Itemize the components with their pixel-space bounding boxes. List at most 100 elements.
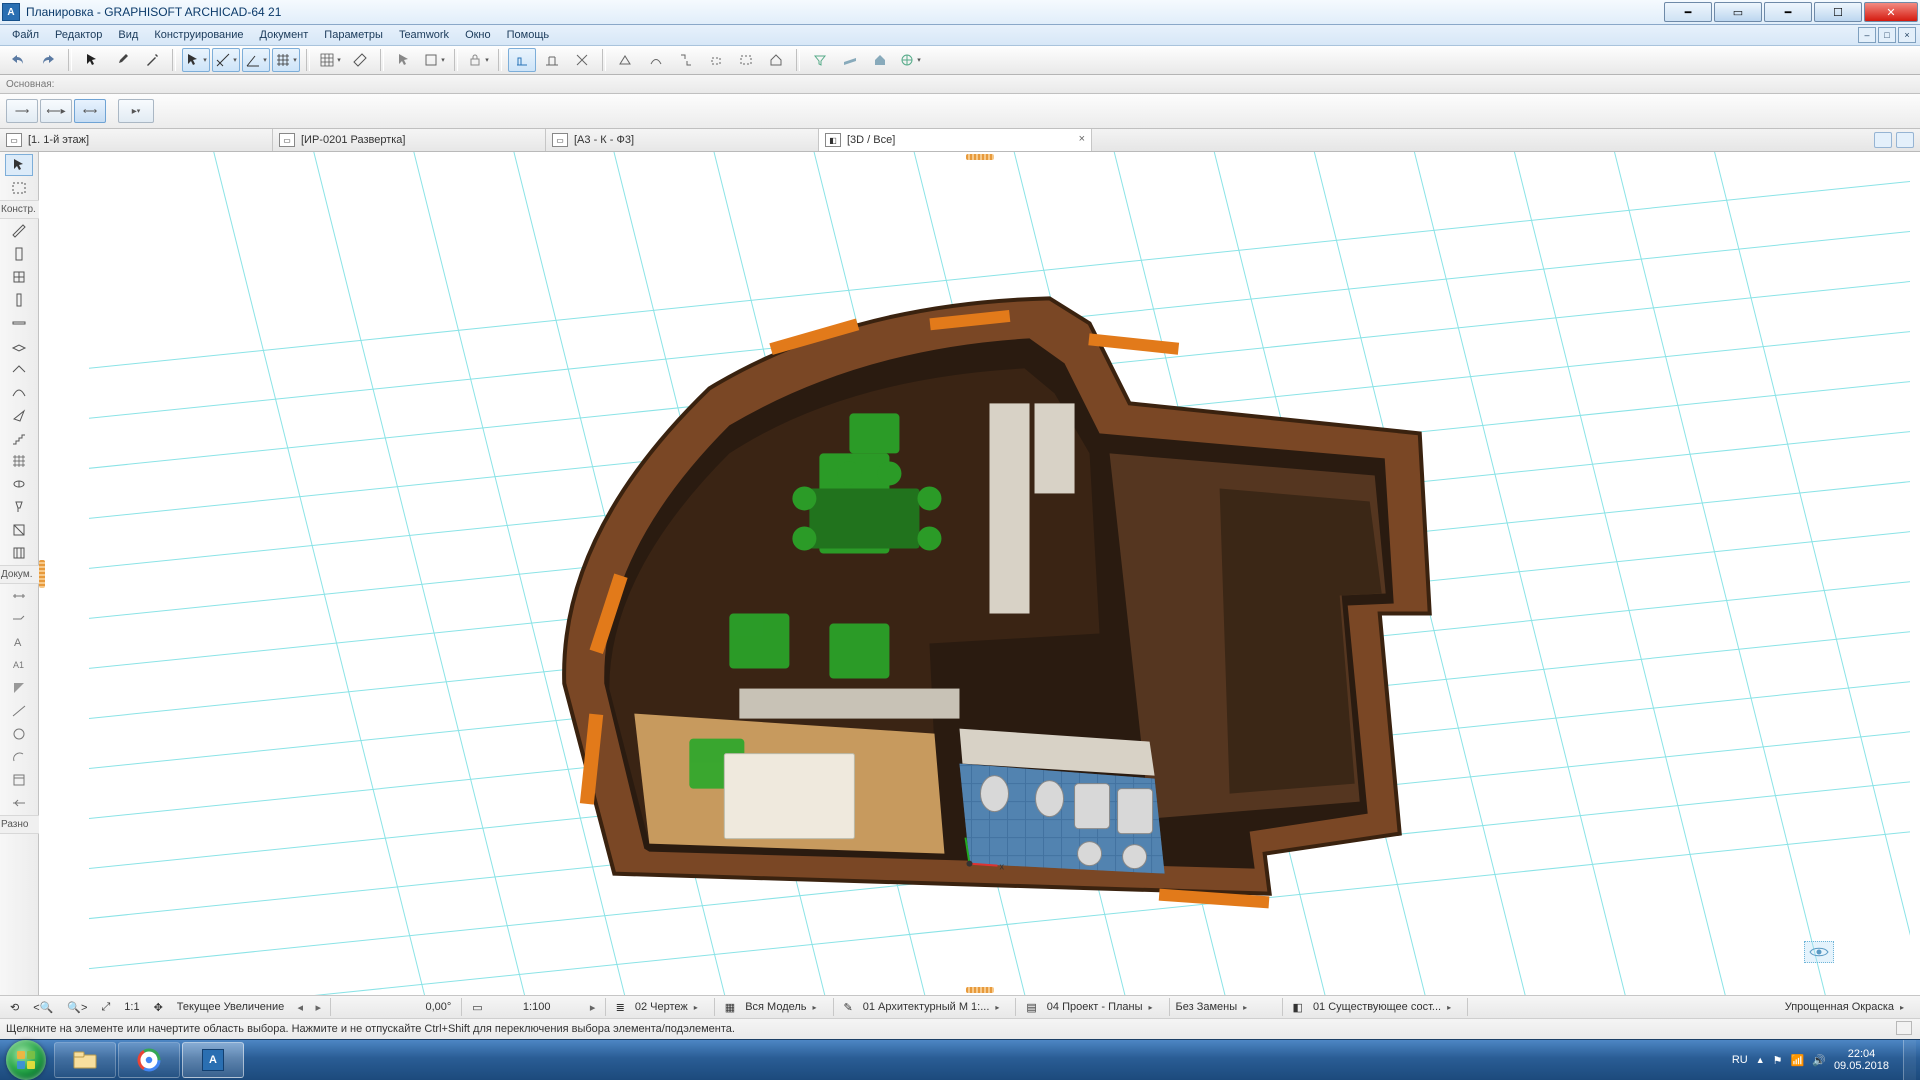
model-icon[interactable]: ▦ [721, 1001, 739, 1014]
slab-tool-icon[interactable] [5, 335, 33, 357]
area-b-icon[interactable] [642, 48, 670, 72]
roof-tool-icon[interactable] [5, 358, 33, 380]
column-tool-icon[interactable] [5, 289, 33, 311]
menu-teamwork[interactable]: Teamwork [391, 27, 457, 43]
menu-design[interactable]: Конструирование [146, 27, 251, 43]
close-button[interactable]: ✕ [1864, 2, 1918, 22]
replace-value[interactable]: Без Замены [1176, 1001, 1238, 1013]
trace-c-icon[interactable]: ⟷ [74, 99, 106, 123]
selection-arrow-icon[interactable] [390, 48, 418, 72]
drawing-tool-icon[interactable] [5, 769, 33, 791]
arc-tool-icon[interactable] [5, 746, 33, 768]
ruler-icon[interactable] [346, 48, 374, 72]
object-tool-icon[interactable] [5, 473, 33, 495]
trace-a-icon[interactable]: ⟶ [6, 99, 38, 123]
pen-icon[interactable]: ✎ [840, 1001, 857, 1014]
task-archicad[interactable]: A [182, 1042, 244, 1078]
tray-sound-icon[interactable]: 🔊 [1812, 1054, 1826, 1067]
undo-icon[interactable] [4, 48, 32, 72]
tray-flag-icon[interactable]: ⚑ [1773, 1054, 1783, 1067]
curtain-tool-icon[interactable] [5, 542, 33, 564]
dd-icon[interactable]: ▸ [1149, 1003, 1163, 1012]
rect-crop-icon[interactable] [672, 48, 700, 72]
page-icon[interactable]: ▭ [468, 1001, 486, 1014]
maximize-button[interactable]: ☐ [1814, 2, 1862, 22]
marquee-tool-icon[interactable] [5, 177, 33, 199]
door-tool-icon[interactable] [5, 243, 33, 265]
menu-file[interactable]: Файл [4, 27, 47, 43]
scale-value[interactable]: 1:100 [493, 1001, 581, 1013]
tray-network-icon[interactable]: 📶 [1791, 1054, 1805, 1067]
morph-tool-icon[interactable] [5, 404, 33, 426]
arrow-tool-icon[interactable] [5, 154, 33, 176]
box-icon[interactable]: ▾ [420, 48, 448, 72]
cursor-mode-icon[interactable]: ▾ [182, 48, 210, 72]
nav-next-icon[interactable]: ▸ [312, 1001, 324, 1014]
doc-min-icon[interactable]: – [1858, 27, 1876, 43]
dd-icon[interactable]: ▸ [1243, 1003, 1257, 1012]
zoom-next-icon[interactable]: 🔍> [63, 1001, 91, 1014]
level-tool-icon[interactable] [5, 608, 33, 630]
task-chrome[interactable] [118, 1042, 180, 1078]
plane-icon[interactable] [836, 48, 864, 72]
select-dark-icon[interactable] [78, 48, 106, 72]
dd-icon[interactable]: ▸ [1447, 1003, 1461, 1012]
window-tool-icon[interactable] [5, 266, 33, 288]
snap-angle-icon[interactable]: ▾ [242, 48, 270, 72]
restore-button[interactable]: ▭ [1714, 2, 1762, 22]
measure-a-icon[interactable] [508, 48, 536, 72]
eyedropper-icon[interactable] [108, 48, 136, 72]
angle-value[interactable]: 0,00° [337, 1001, 455, 1013]
redo-icon[interactable] [34, 48, 62, 72]
menu-document[interactable]: Документ [252, 27, 317, 43]
tab-close-icon[interactable]: × [1079, 133, 1085, 145]
tray-up-icon[interactable]: ▲ [1756, 1055, 1765, 1065]
lock-icon[interactable]: ▾ [464, 48, 492, 72]
zone-tool-icon[interactable] [5, 519, 33, 541]
tab-section[interactable]: ▭ [ИР-0201 Развертка] [273, 129, 546, 151]
section-tool-icon[interactable] [5, 792, 33, 814]
tab-3d[interactable]: ◧ [3D / Все] × [819, 129, 1092, 151]
beam-tool-icon[interactable] [5, 312, 33, 334]
menu-options[interactable]: Параметры [316, 27, 391, 43]
minimize-button[interactable]: ━ [1664, 2, 1712, 22]
text-tool-icon[interactable]: A [5, 631, 33, 653]
drawing-value[interactable]: 02 Чертеж [635, 1001, 688, 1013]
zoom-pan-icon[interactable]: ✥ [150, 1001, 167, 1014]
tray-language[interactable]: RU [1732, 1054, 1748, 1066]
show-desktop-button[interactable] [1903, 1040, 1916, 1080]
trace-cursor-icon[interactable]: ▸ ▾ [118, 99, 154, 123]
bottom-handle-icon[interactable] [966, 987, 994, 993]
start-button[interactable] [6, 1040, 46, 1080]
layers-icon[interactable]: ≣ [612, 1001, 629, 1014]
tray-clock[interactable]: 22:04 09.05.2018 [1834, 1048, 1889, 1072]
zoom-prev-icon[interactable]: <🔍 [29, 1001, 57, 1014]
menu-edit[interactable]: Редактор [47, 27, 110, 43]
doc-close-icon[interactable]: × [1898, 27, 1916, 43]
label-tool-icon[interactable]: A1 [5, 654, 33, 676]
area-a-icon[interactable] [612, 48, 640, 72]
pin-b-icon[interactable] [1896, 132, 1914, 148]
exist-value[interactable]: 01 Существующее сост... [1313, 1001, 1441, 1013]
model-value[interactable]: Вся Модель [745, 1001, 806, 1013]
nav-prev-icon[interactable]: ◂ [294, 1001, 306, 1014]
scale-dd-icon[interactable]: ▸ [587, 1001, 599, 1014]
tab-sheet[interactable]: ▭ [А3 - К - Ф3] [546, 129, 819, 151]
magic-wand-icon[interactable] [138, 48, 166, 72]
home-icon[interactable] [866, 48, 894, 72]
zoom-fit-icon[interactable]: ⤢ [97, 1001, 114, 1014]
globe-icon[interactable]: ▾ [896, 48, 924, 72]
tab-floorplan[interactable]: ▭ [1. 1-й этаж] [0, 129, 273, 151]
cancel-x-icon[interactable] [568, 48, 596, 72]
snap-perp-icon[interactable]: ▾ [212, 48, 240, 72]
line-tool-icon[interactable] [5, 700, 33, 722]
lamp-tool-icon[interactable] [5, 496, 33, 518]
left-handle-icon[interactable] [39, 560, 45, 588]
hint-right-icon[interactable] [1896, 1021, 1912, 1035]
book-icon[interactable]: ▤ [1022, 1001, 1040, 1014]
stair-tool-icon[interactable] [5, 427, 33, 449]
circle-tool-icon[interactable] [5, 723, 33, 745]
zoom-100-icon[interactable]: 1:1 [120, 1001, 143, 1013]
rect-dash-icon[interactable] [732, 48, 760, 72]
shading-value[interactable]: Упрощенная Окраска [1785, 1001, 1894, 1013]
